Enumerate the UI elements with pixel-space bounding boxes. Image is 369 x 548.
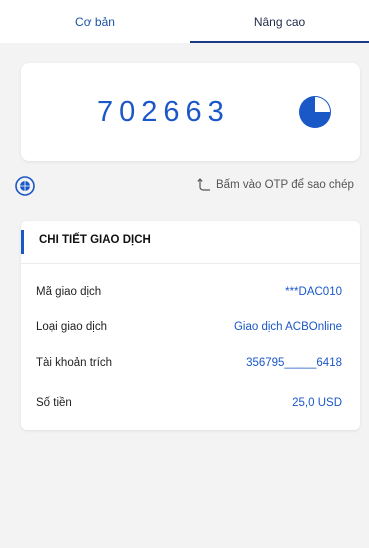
row-value: 356795_____6418 — [246, 357, 342, 369]
row-value: Giao dịch ACBOnline — [233, 321, 342, 333]
row-label: Số tiền — [36, 397, 72, 409]
tab-co-ban[interactable]: Cơ bản — [0, 0, 190, 43]
transaction-detail-card: CHI TIẾT GIAO DỊCH Mã giao dịch ***DAC01… — [21, 221, 360, 430]
detail-header: CHI TIẾT GIAO DỊCH — [21, 221, 360, 264]
active-tab-indicator — [190, 41, 369, 43]
row-label: Tài khoản trích — [36, 357, 113, 369]
row-value: 25,0 USD — [292, 397, 342, 409]
row-debit-account: Tài khoản trích 356795_____6418 — [21, 353, 360, 373]
row-label: Mã giao dịch — [36, 286, 102, 298]
row-label: Loại giao dịch — [36, 321, 107, 333]
row-value: ***DAC010 — [285, 286, 342, 298]
tab-bar: Cơ bản Nâng cao — [0, 0, 369, 43]
copy-otp-hint-text: Bấm vào OTP để sao chép — [216, 179, 354, 191]
row-transaction-type: Loại giao dịch Giao dịch ACBOnline — [21, 317, 360, 337]
row-amount: Số tiền 25,0 USD — [21, 393, 360, 413]
copy-otp-hint: Bấm vào OTP để sao chép — [196, 176, 369, 194]
detail-title: CHI TIẾT GIAO DỊCH — [39, 234, 151, 246]
tab-nang-cao[interactable]: Nâng cao — [190, 0, 369, 43]
row-transaction-id: Mã giao dịch ***DAC010 — [21, 282, 360, 302]
globe-icon[interactable] — [15, 176, 35, 196]
curved-arrow-icon — [197, 178, 210, 191]
pie-timer-icon — [299, 96, 331, 128]
header-accent-bar — [21, 230, 24, 254]
otp-code[interactable]: 702663 — [97, 96, 230, 129]
